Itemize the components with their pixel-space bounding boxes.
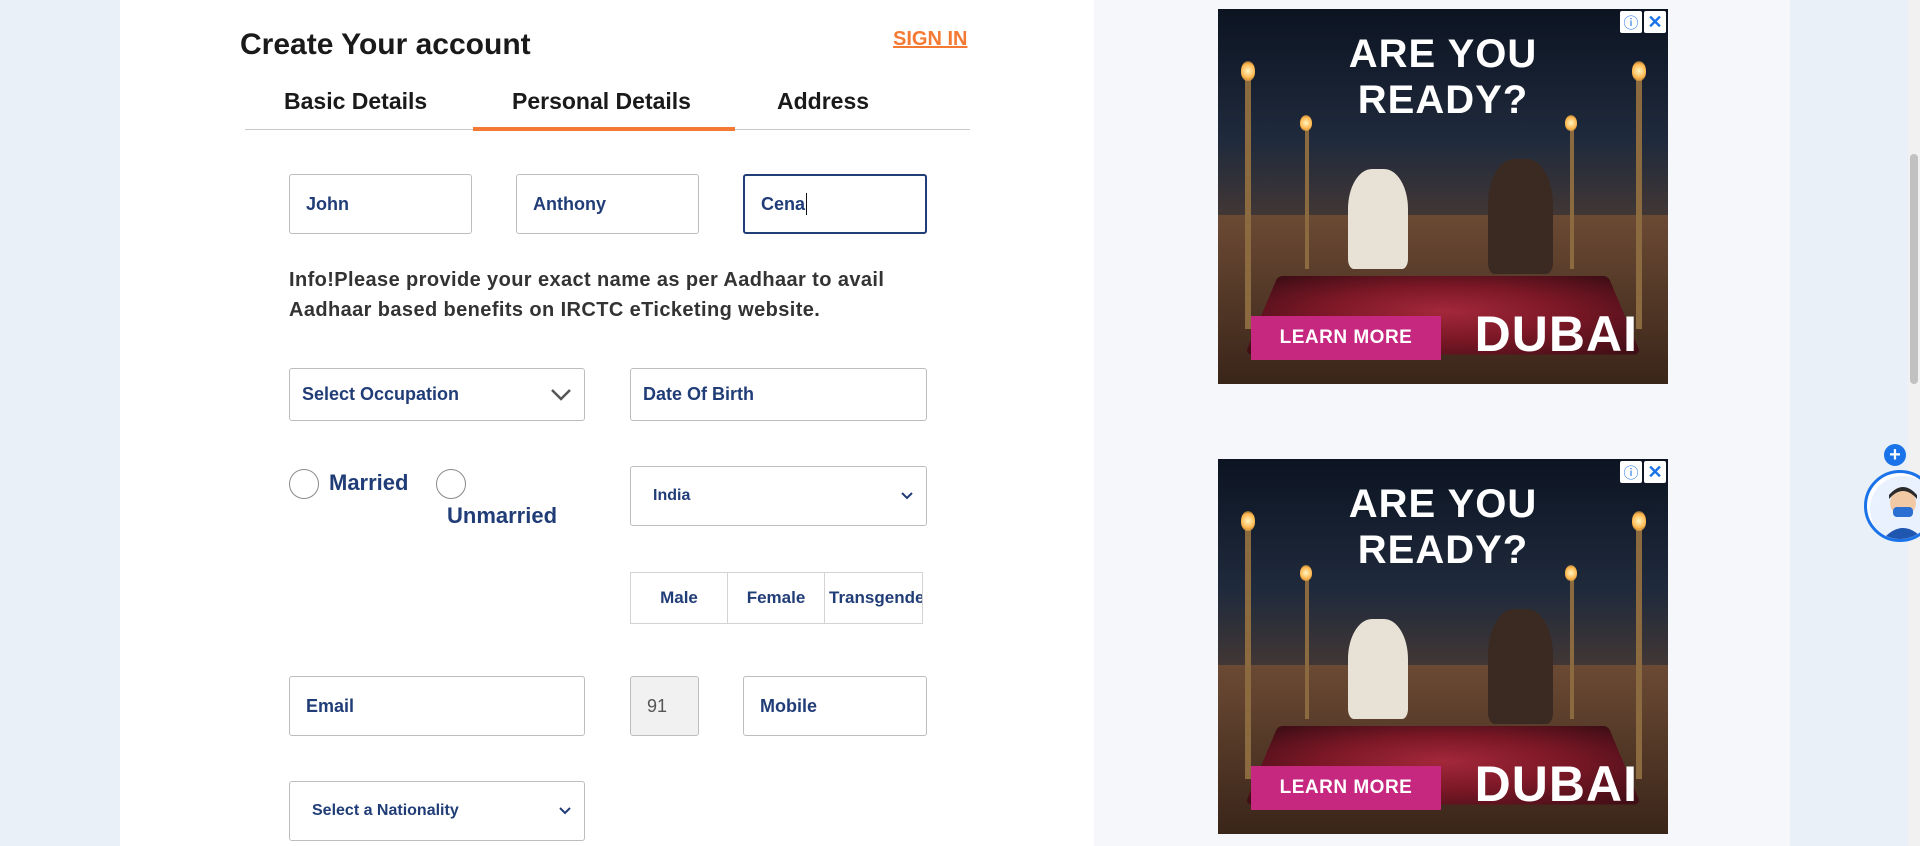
aadhaar-info-text: Info!Please provide your exact name as p… (289, 265, 969, 325)
middle-name-value: Anthony (533, 194, 606, 215)
active-tab-indicator (473, 127, 735, 131)
scrollbar-thumb[interactable] (1910, 154, 1918, 384)
nationality-select[interactable]: Select a Nationality (289, 781, 585, 841)
mobile-placeholder: Mobile (760, 696, 817, 717)
middle-name-field[interactable]: Anthony (516, 174, 699, 234)
first-name-value: John (306, 194, 349, 215)
plus-icon[interactable]: + (1884, 444, 1906, 466)
first-name-field[interactable]: John (289, 174, 472, 234)
info-icon[interactable]: ⓘ (1620, 461, 1642, 483)
chatbot-avatar[interactable] (1864, 470, 1920, 542)
woman-figure (1348, 619, 1408, 719)
man-figure (1488, 609, 1553, 724)
ad-brand-logo: DUBAI (1475, 755, 1638, 813)
ad-brand-logo: DUBAI (1475, 305, 1638, 363)
torch-graphic (1570, 579, 1574, 719)
married-label: Married (329, 470, 408, 496)
torch-graphic (1305, 129, 1309, 269)
chevron-down-icon (558, 806, 572, 816)
ad-headline-line1: ARE YOU (1218, 31, 1668, 77)
sign-in-link[interactable]: SIGN IN (893, 28, 967, 51)
last-name-field[interactable]: Cena (743, 174, 927, 234)
info-icon[interactable]: ⓘ (1620, 11, 1642, 33)
married-radio[interactable] (289, 469, 319, 499)
occupation-select[interactable]: Select Occupation (289, 368, 585, 421)
learn-more-button[interactable]: LEARN MORE (1251, 316, 1441, 360)
dubai-ad-bottom[interactable]: ARE YOU READY? LEARN MORE DUBAI ⓘ ✕ (1218, 459, 1668, 834)
ad-headline-line1: ARE YOU (1218, 481, 1668, 527)
tab-address[interactable]: Address (777, 88, 869, 115)
country-select[interactable]: India (630, 466, 927, 526)
close-icon[interactable]: ✕ (1644, 461, 1666, 483)
country-value: India (653, 487, 690, 505)
page-title: Create Your account (240, 28, 531, 62)
email-field[interactable]: Email (289, 676, 585, 736)
ad-headline: ARE YOU READY? (1218, 481, 1668, 573)
ad-headline-line2: READY? (1218, 77, 1668, 123)
woman-figure (1348, 169, 1408, 269)
occupation-placeholder: Select Occupation (302, 384, 459, 405)
man-figure (1488, 159, 1553, 274)
bot-face-icon (1867, 473, 1920, 542)
dubai-ad-top[interactable]: ARE YOU READY? LEARN MORE DUBAI ⓘ ✕ (1218, 9, 1668, 384)
chevron-down-icon (550, 388, 572, 402)
chevron-down-icon (900, 491, 914, 501)
close-icon[interactable]: ✕ (1644, 11, 1666, 33)
dob-placeholder: Date Of Birth (643, 384, 754, 405)
gender-transgender-option[interactable]: Transgender (824, 572, 923, 624)
mobile-field[interactable]: Mobile (743, 676, 927, 736)
text-cursor (806, 193, 807, 215)
isd-code-value: 91 (647, 696, 667, 717)
last-name-value: Cena (761, 194, 805, 215)
ad-headline: ARE YOU READY? (1218, 31, 1668, 123)
gender-male-option[interactable]: Male (630, 572, 728, 624)
unmarried-label: Unmarried (447, 503, 557, 529)
learn-more-button[interactable]: LEARN MORE (1251, 766, 1441, 810)
isd-code-field: 91 (630, 676, 699, 736)
tab-basic-details[interactable]: Basic Details (284, 88, 427, 115)
torch-graphic (1305, 579, 1309, 719)
ad-headline-line2: READY? (1218, 527, 1668, 573)
torch-graphic (1570, 129, 1574, 269)
dob-field[interactable]: Date Of Birth (630, 368, 927, 421)
gender-female-option[interactable]: Female (727, 572, 825, 624)
unmarried-radio[interactable] (436, 469, 466, 499)
nationality-placeholder: Select a Nationality (312, 802, 459, 820)
tab-personal-details[interactable]: Personal Details (512, 88, 691, 115)
email-placeholder: Email (306, 696, 354, 717)
scrollbar-track[interactable] (1908, 0, 1920, 846)
